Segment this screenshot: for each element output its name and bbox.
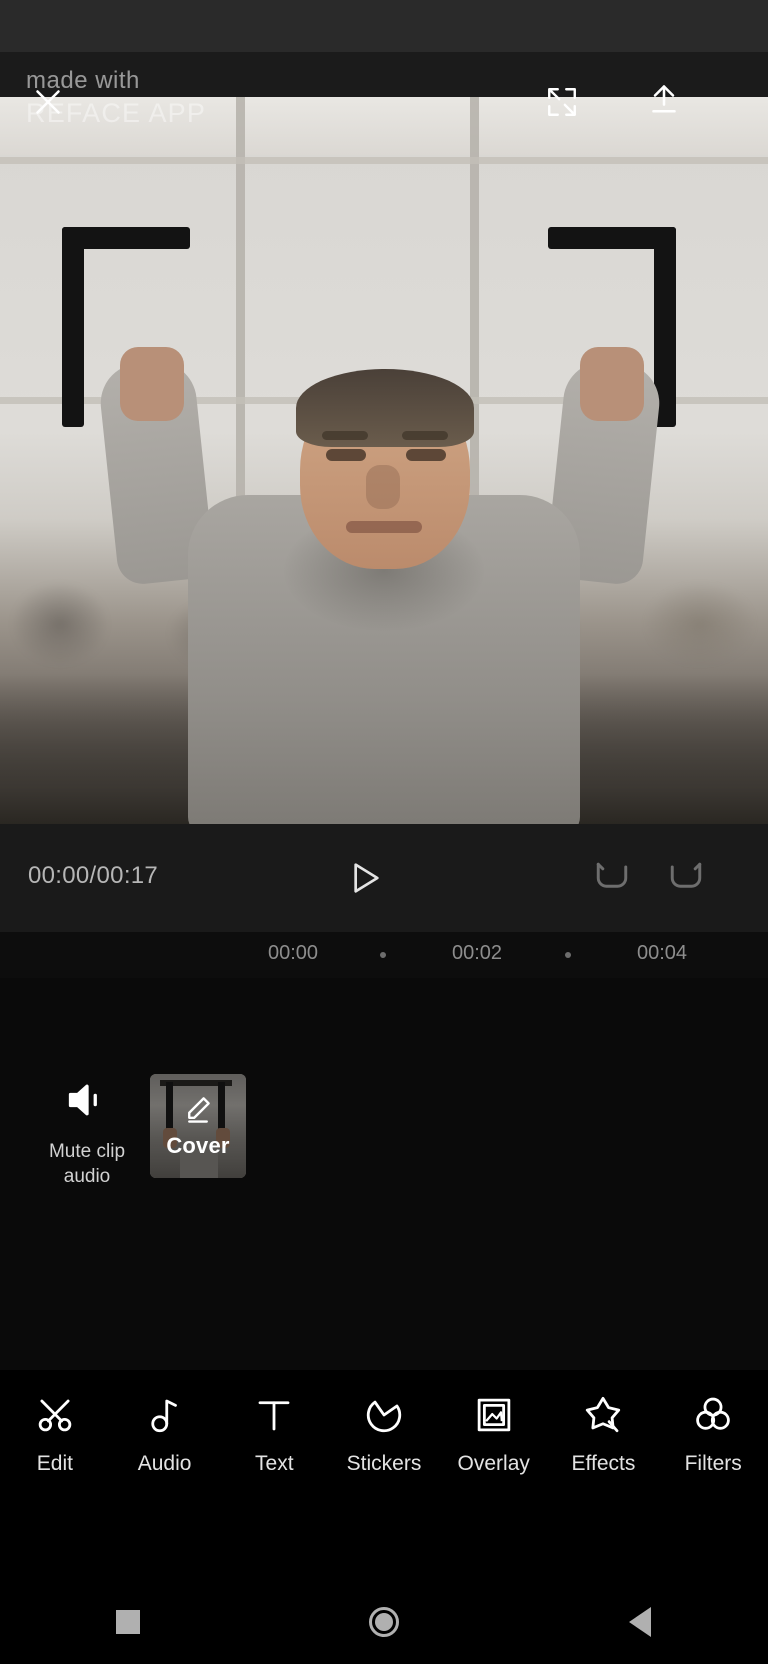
- undo-icon[interactable]: [590, 856, 636, 902]
- tool-label: Edit: [36, 1452, 73, 1475]
- tool-label: Audio: [137, 1452, 192, 1475]
- speaker-mute-icon: [65, 1078, 109, 1127]
- export-upload-icon[interactable]: [636, 72, 692, 128]
- cover-overlay: Cover: [150, 1074, 246, 1178]
- magic-star-icon: [582, 1392, 624, 1438]
- ruler-tick-dot: [380, 952, 386, 958]
- square-recents-icon[interactable]: [88, 1592, 168, 1652]
- person-subject: [0, 97, 768, 824]
- timeline-panel: Mute clip audio Cover: [0, 978, 768, 1370]
- close-icon[interactable]: [20, 74, 76, 130]
- android-nav-bar: [0, 1580, 768, 1664]
- ruler-tick-label: 00:04: [637, 942, 688, 964]
- tool-label: Overlay: [457, 1452, 530, 1475]
- video-preview[interactable]: [0, 52, 768, 824]
- player-control-bar: 00:00/00:17: [0, 824, 768, 932]
- cover-label: Cover: [166, 1132, 230, 1158]
- editor-toolbar: Edit Audio Text Stickers Overlay Effects…: [0, 1370, 768, 1580]
- phone-screen: made with REFACE APP 00:00/00:17 00:00 0…: [0, 0, 768, 1664]
- tool-label: Effects: [571, 1452, 636, 1475]
- overlay-image-icon: [473, 1392, 515, 1438]
- ruler-tick-dot: [565, 952, 571, 958]
- timecode-display: 00:00/00:17: [28, 862, 159, 889]
- mute-clip-audio-label: Mute clip audio: [48, 1141, 126, 1187]
- circle-home-icon[interactable]: [344, 1592, 424, 1652]
- pencil-edit-icon: [183, 1094, 213, 1129]
- tool-label: Text: [255, 1452, 294, 1475]
- triangle-back-icon[interactable]: [600, 1592, 680, 1652]
- tool-label: Stickers: [346, 1452, 422, 1475]
- tool-label: Filters: [684, 1452, 742, 1475]
- tool-overlay[interactable]: Overlay: [439, 1392, 549, 1476]
- preview-top-bar: [0, 52, 768, 162]
- text-t-icon: [253, 1392, 295, 1438]
- tool-filters[interactable]: Filters: [658, 1392, 768, 1476]
- ruler-tick-label: 00:00: [268, 942, 319, 964]
- sticker-icon: [363, 1392, 405, 1438]
- fullscreen-icon[interactable]: [534, 74, 590, 130]
- play-icon[interactable]: [340, 854, 388, 902]
- tool-edit[interactable]: Edit: [0, 1392, 110, 1476]
- filters-circles-icon: [692, 1392, 734, 1438]
- status-bar: [0, 0, 768, 52]
- timeline-ruler[interactable]: 00:00 00:02 00:04: [0, 932, 768, 978]
- mute-clip-audio-button[interactable]: Mute clip audio: [22, 1078, 152, 1189]
- tool-text[interactable]: Text: [219, 1392, 329, 1476]
- tool-audio[interactable]: Audio: [110, 1392, 220, 1476]
- tool-stickers[interactable]: Stickers: [329, 1392, 439, 1476]
- scissors-icon: [34, 1392, 76, 1438]
- video-frame: [0, 97, 768, 824]
- tool-effects[interactable]: Effects: [549, 1392, 659, 1476]
- ruler-tick-label: 00:02: [452, 942, 503, 964]
- redo-icon[interactable]: [664, 856, 710, 902]
- music-note-icon: [144, 1392, 186, 1438]
- cover-button[interactable]: Cover: [150, 1074, 246, 1178]
